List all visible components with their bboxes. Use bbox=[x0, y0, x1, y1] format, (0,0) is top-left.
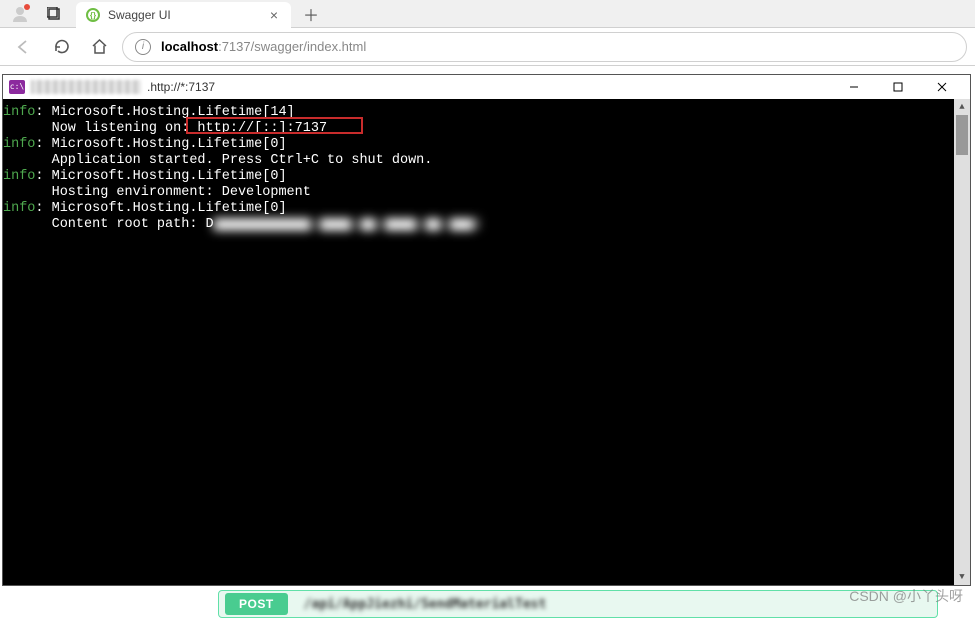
tabs-overview-icon[interactable] bbox=[40, 3, 68, 25]
console-window: c:\ .http://*:7137 info: Microsoft.Hosti… bbox=[2, 74, 971, 586]
console-app-icon: c:\ bbox=[9, 80, 25, 94]
endpoint-path: /api/AppJiezhi/SendMaterialTest bbox=[304, 597, 547, 612]
console-body: info: Microsoft.Hosting.Lifetime[14] Now… bbox=[3, 99, 970, 585]
new-tab-button[interactable]: ＋ bbox=[297, 2, 325, 26]
console-titlebar[interactable]: c:\ .http://*:7137 bbox=[3, 75, 970, 99]
tab-close-icon[interactable]: × bbox=[267, 8, 281, 22]
maximize-button[interactable] bbox=[876, 75, 920, 99]
tab-title: Swagger UI bbox=[108, 8, 259, 22]
close-button[interactable] bbox=[920, 75, 964, 99]
console-title-blurred bbox=[31, 80, 141, 94]
address-bar[interactable]: i localhost:7137/swagger/index.html bbox=[122, 32, 967, 62]
site-info-icon[interactable]: i bbox=[135, 39, 151, 55]
tab-favicon-icon: {} bbox=[86, 8, 100, 22]
http-method-badge: POST bbox=[225, 593, 288, 615]
swagger-endpoint-row[interactable]: POST /api/AppJiezhi/SendMaterialTest bbox=[218, 590, 938, 618]
watermark: CSDN @小丫头呀 bbox=[849, 586, 963, 606]
browser-tab-bar: {} Swagger UI × ＋ bbox=[0, 0, 975, 28]
scrollbar[interactable]: ▲ ▼ bbox=[954, 99, 970, 585]
scroll-up-icon[interactable]: ▲ bbox=[954, 99, 970, 115]
reload-button[interactable] bbox=[46, 32, 76, 62]
scroll-down-icon[interactable]: ▼ bbox=[954, 569, 970, 585]
back-button[interactable] bbox=[8, 32, 38, 62]
console-title: .http://*:7137 bbox=[147, 80, 215, 94]
url-text: localhost:7137/swagger/index.html bbox=[161, 39, 366, 54]
notification-dot bbox=[24, 4, 30, 10]
minimize-button[interactable] bbox=[832, 75, 876, 99]
browser-toolbar: i localhost:7137/swagger/index.html bbox=[0, 28, 975, 66]
scroll-thumb[interactable] bbox=[956, 115, 968, 155]
home-button[interactable] bbox=[84, 32, 114, 62]
browser-tab[interactable]: {} Swagger UI × bbox=[76, 2, 291, 28]
profile-icon[interactable] bbox=[8, 2, 32, 26]
svg-text:{}: {} bbox=[90, 11, 96, 20]
console-output: info: Microsoft.Hosting.Lifetime[14] Now… bbox=[3, 105, 482, 233]
